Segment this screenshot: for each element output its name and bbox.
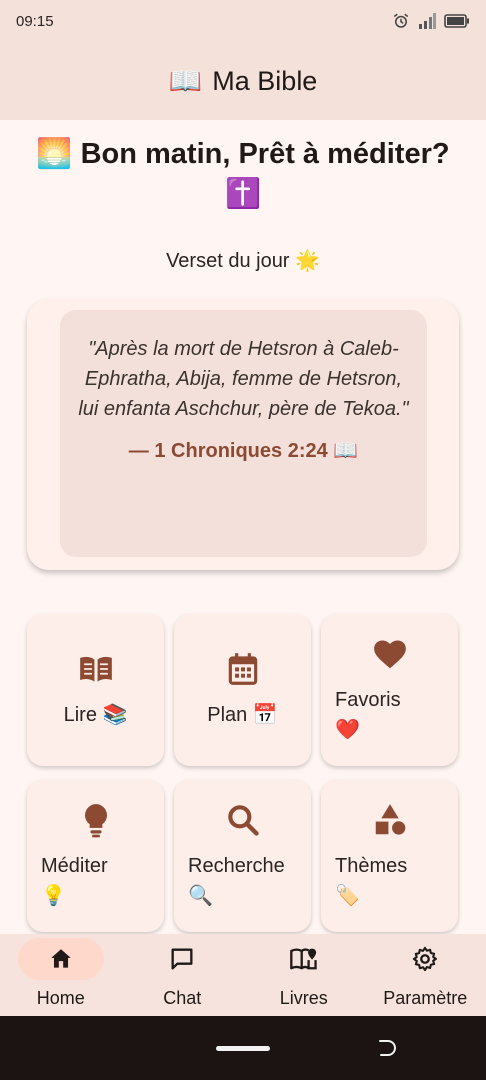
favorites-emoji: ❤️ [335, 719, 360, 741]
app-bar: 📖 Ma Bible [0, 42, 486, 120]
system-navigation-bar [0, 1016, 486, 1080]
lightbulb-icon [84, 804, 107, 838]
nav-item-chat[interactable]: Chat [122, 934, 244, 1016]
meditate-button[interactable]: Méditer 💡 [27, 780, 164, 932]
book-map-icon [289, 948, 317, 970]
verse-text: "Après la mort de Hetsron à Caleb-Ephrat… [78, 338, 409, 420]
verse-inner: "Après la mort de Hetsron à Caleb-Ephrat… [60, 310, 427, 557]
nav-item-home[interactable]: Home [0, 934, 122, 1016]
verse-reference: — 1 Chroniques 2:24 📖 [128, 440, 359, 462]
status-bar: 09:15 [0, 0, 486, 42]
app-title: 📖 Ma Bible [169, 65, 318, 97]
alarm-icon [393, 13, 409, 28]
favorites-label: Favoris ❤️ [335, 685, 444, 745]
action-grid: Lire 📚 Plan 📅 Favoris ❤️ Méditer 💡 Reche… [27, 614, 459, 932]
app-title-text: Ma Bible [212, 65, 318, 96]
search-label-text: Recherche [188, 855, 285, 877]
verse-of-day-label: Verset du jour 🌟 [166, 250, 320, 272]
meditate-label-text: Méditer [41, 855, 108, 877]
status-icons [392, 12, 470, 30]
bottom-nav: Home Chat Livres Paramètre [0, 934, 486, 1016]
themes-emoji: 🏷️ [335, 885, 360, 907]
shapes-icon [375, 804, 405, 835]
themes-label-text: Thèmes [335, 855, 408, 877]
themes-label: Thèmes 🏷️ [335, 851, 444, 911]
home-gesture-handle[interactable] [216, 1046, 270, 1051]
chat-icon [171, 948, 193, 970]
favorites-button[interactable]: Favoris ❤️ [321, 614, 458, 766]
search-label: Recherche 🔍 [188, 851, 297, 911]
nav-label-settings: Paramètre [383, 988, 468, 1008]
rotate-icon[interactable] [376, 1038, 398, 1058]
search-button[interactable]: Recherche 🔍 [174, 780, 311, 932]
nav-item-books[interactable]: Livres [243, 934, 365, 1016]
home-icon [51, 949, 71, 968]
heart-icon [373, 640, 406, 669]
gear-icon [413, 946, 438, 972]
calendar-icon [228, 653, 257, 685]
nav-item-settings[interactable]: Paramètre [365, 934, 486, 1016]
nav-label-books: Livres [279, 988, 328, 1008]
search-emoji: 🔍 [188, 885, 213, 907]
status-time: 09:15 [16, 12, 54, 30]
themes-button[interactable]: Thèmes 🏷️ [321, 780, 458, 932]
search-icon [227, 805, 259, 836]
nav-active-indicator [17, 938, 104, 980]
meditate-label: Méditer 💡 [41, 851, 150, 911]
book-open-icon [79, 656, 112, 682]
greeting-heading: 🌅 Bon matin, Prêt à méditer? ✝️ [36, 138, 450, 210]
read-button[interactable]: Lire 📚 [27, 614, 164, 766]
nav-label-chat: Chat [163, 988, 202, 1008]
favorites-label-text: Favoris [335, 689, 401, 711]
read-label: Lire 📚 [63, 704, 128, 726]
plan-button[interactable]: Plan 📅 [174, 614, 311, 766]
battery-icon [444, 14, 469, 28]
plan-label: Plan 📅 [207, 704, 278, 726]
meditate-emoji: 💡 [41, 885, 66, 907]
nav-label-home: Home [36, 988, 85, 1008]
verse-card[interactable]: "Après la mort de Hetsron à Caleb-Ephrat… [27, 299, 459, 570]
signal-icon [419, 13, 436, 29]
bible-icon: 📖 [168, 66, 203, 96]
